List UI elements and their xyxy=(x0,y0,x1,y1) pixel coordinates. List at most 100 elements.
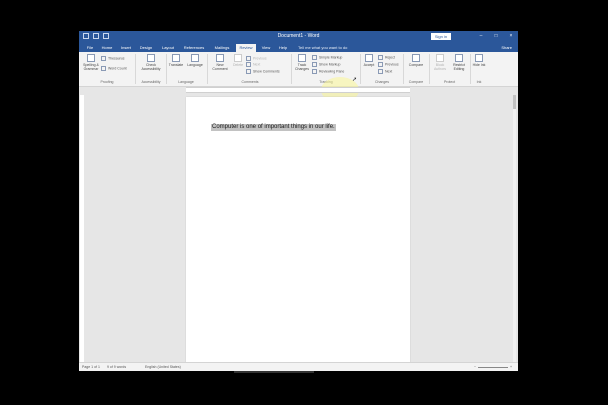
next-comment-button[interactable]: Next xyxy=(246,62,260,67)
block-authors-button[interactable]: Block Authors xyxy=(431,54,449,71)
group-comments: Comments xyxy=(241,80,259,84)
word-count-button[interactable]: Word Count xyxy=(101,66,127,71)
new-comment-label: New Comment xyxy=(212,63,228,71)
accept-button[interactable]: Accept xyxy=(362,54,376,67)
group-divider xyxy=(291,54,292,84)
document-page[interactable]: Computer is one of important things in o… xyxy=(186,97,410,363)
status-bar: Page 1 of 1 9 of 9 words English (United… xyxy=(79,362,518,371)
group-divider xyxy=(360,54,361,84)
title-bar: Document1 - Word Sign in – □ × xyxy=(79,31,518,43)
previous-change-button[interactable]: Previous xyxy=(378,62,399,67)
compare-icon xyxy=(412,54,420,62)
tab-home[interactable]: Home xyxy=(99,44,115,52)
language-icon xyxy=(191,54,199,62)
show-markup-label: Show Markup xyxy=(319,62,341,67)
compare-label: Compare xyxy=(408,63,424,67)
tab-view[interactable]: View xyxy=(259,44,273,52)
track-changes-label: Track Changes xyxy=(294,63,309,71)
video-progress-bar xyxy=(234,371,314,373)
thesaurus-icon xyxy=(101,56,106,61)
zoom-slider[interactable] xyxy=(477,366,508,368)
markup-icon xyxy=(312,55,317,60)
word-count-icon xyxy=(101,66,106,71)
group-compare: Compare xyxy=(408,80,424,84)
block-authors-label: Block Authors xyxy=(433,63,447,71)
tell-me-search[interactable]: Tell me what you want to do xyxy=(298,44,347,52)
show-comments-label: Show Comments xyxy=(253,69,280,74)
minimize-icon[interactable]: – xyxy=(478,33,484,39)
tab-mailings[interactable]: Mailings xyxy=(211,44,233,52)
track-changes-icon xyxy=(298,54,306,62)
reviewing-pane-icon xyxy=(312,69,317,74)
accessibility-icon xyxy=(147,54,155,62)
thesaurus-button[interactable]: Thesaurus xyxy=(101,56,125,61)
spelling-label: Spelling & Grammar xyxy=(83,63,99,71)
hide-ink-button[interactable]: Hide Ink xyxy=(472,54,486,67)
check-accessibility-button[interactable]: Check Accessibility xyxy=(138,54,164,71)
tab-design[interactable]: Design xyxy=(137,44,155,52)
language-button[interactable]: Language xyxy=(186,54,204,67)
next-change-button[interactable]: Next xyxy=(378,69,392,74)
vertical-scrollbar[interactable] xyxy=(513,95,516,363)
hide-ink-icon xyxy=(475,54,483,62)
previous-icon xyxy=(246,56,251,61)
language-indicator[interactable]: English (United States) xyxy=(145,364,181,370)
page-indicator[interactable]: Page 1 of 1 xyxy=(82,364,100,370)
previous-label: Previous xyxy=(253,56,267,61)
next-label: Next xyxy=(253,62,261,67)
group-language: Language xyxy=(178,80,194,84)
group-changes: Changes xyxy=(374,80,389,84)
reject-icon xyxy=(378,55,383,60)
vertical-ruler[interactable] xyxy=(80,95,84,363)
restrict-editing-button[interactable]: Restrict Editing xyxy=(450,54,468,71)
thesaurus-label: Thesaurus xyxy=(108,56,125,61)
sign-in-button[interactable]: Sign in xyxy=(431,33,451,40)
group-proofing: Proofing xyxy=(100,80,114,84)
new-comment-icon xyxy=(216,54,224,62)
selected-text[interactable]: Computer is one of important things in o… xyxy=(211,124,336,131)
language-label: Language xyxy=(187,63,203,67)
new-comment-button[interactable]: New Comment xyxy=(210,54,230,71)
delete-comment-button[interactable]: Delete xyxy=(231,54,245,67)
zoom-out-icon[interactable]: − xyxy=(474,365,476,369)
translate-button[interactable]: Translate xyxy=(168,54,184,67)
simple-markup-label: Simple Markup xyxy=(319,55,343,60)
tab-review[interactable]: Review xyxy=(236,44,256,52)
show-markup-icon xyxy=(312,62,317,67)
delete-label: Delete xyxy=(232,63,244,67)
tab-layout[interactable]: Layout xyxy=(159,44,177,52)
horizontal-ruler[interactable] xyxy=(186,87,410,93)
tab-references[interactable]: References xyxy=(180,44,208,52)
share-button[interactable]: Share xyxy=(501,44,512,52)
zoom-in-icon[interactable]: + xyxy=(510,365,512,369)
group-divider xyxy=(403,54,404,84)
accept-label: Accept xyxy=(363,63,375,67)
restrict-editing-label: Restrict Editing xyxy=(453,63,465,71)
next-change-label: Next xyxy=(385,69,393,74)
word-count-indicator[interactable]: 9 of 9 words xyxy=(107,364,126,370)
track-changes-button[interactable]: Track Changes xyxy=(293,54,311,71)
window-title: Document1 - Word xyxy=(277,33,320,39)
group-divider xyxy=(207,54,208,84)
simple-markup-dropdown[interactable]: Simple Markup xyxy=(312,55,342,60)
reviewing-pane-label: Reviewing Pane xyxy=(319,69,345,74)
compare-button[interactable]: Compare xyxy=(406,54,426,67)
tab-insert[interactable]: Insert xyxy=(118,44,134,52)
maximize-icon[interactable]: □ xyxy=(493,33,499,39)
previous-comment-button[interactable]: Previous xyxy=(246,56,267,61)
group-divider xyxy=(429,54,430,84)
restrict-editing-icon xyxy=(455,54,463,62)
reject-button[interactable]: Reject xyxy=(378,55,395,60)
word-window: Document1 - Word Sign in – □ × File Home… xyxy=(79,31,518,371)
show-markup-dropdown[interactable]: Show Markup xyxy=(312,62,340,67)
tab-help[interactable]: Help xyxy=(276,44,290,52)
spelling-grammar-button[interactable]: Spelling & Grammar xyxy=(81,54,101,71)
show-comments-button[interactable]: Show Comments xyxy=(246,69,280,74)
zoom-control: − + xyxy=(474,365,512,369)
tab-file[interactable]: File xyxy=(83,44,97,52)
close-icon[interactable]: × xyxy=(508,33,514,39)
group-accessibility: Accessibility xyxy=(141,80,161,84)
check-accessibility-label: Check Accessibility xyxy=(141,63,161,71)
scrollbar-thumb[interactable] xyxy=(513,95,516,109)
reviewing-pane-dropdown[interactable]: Reviewing Pane xyxy=(312,69,344,74)
